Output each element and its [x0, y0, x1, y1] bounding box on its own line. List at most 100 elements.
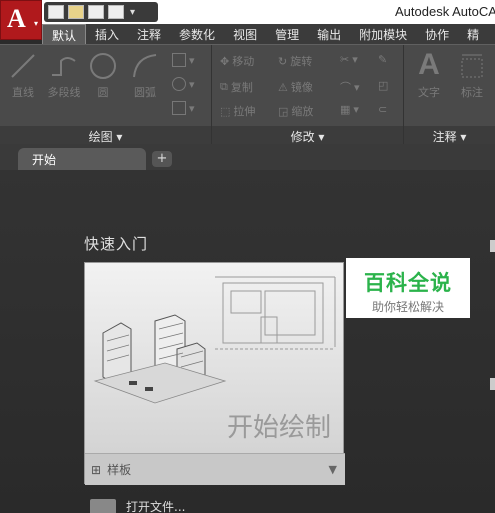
tab-addins[interactable]: 附加模块 — [350, 24, 416, 44]
move-tool[interactable]: ✥ 移动 — [220, 53, 254, 69]
tab-output[interactable]: 输出 — [308, 24, 350, 44]
open-icon[interactable] — [68, 5, 84, 19]
mirror-label: 镜像 — [290, 81, 313, 94]
watermark-subtitle: 助你轻松解决 — [371, 300, 444, 314]
circle-tool[interactable]: 圆 — [86, 51, 120, 100]
tab-start[interactable]: 开始 — [18, 148, 146, 170]
circle-label: 圆 — [97, 86, 109, 99]
template-icon: ⊞ — [91, 462, 102, 477]
scale-tool[interactable]: ◲ 缩放 — [278, 103, 313, 119]
line-tool[interactable]: 直线 — [4, 51, 42, 100]
tab-collaborate[interactable]: 协作 — [416, 24, 458, 44]
scissors-icon: ✂ — [340, 53, 350, 66]
new-icon[interactable] — [48, 5, 64, 19]
table-tool[interactable]: ▾ — [172, 101, 195, 115]
window-title: Autodesk AutoCAD — [395, 4, 495, 19]
start-page: 快速入门 开始绘制 ⊞ 样板 ▼ 打开文件... — [0, 170, 495, 513]
offset-tool[interactable]: ⊂ — [378, 103, 387, 116]
hatch-tool[interactable]: ▾ — [172, 77, 195, 91]
copy-tool[interactable]: ⧉ 复制 — [220, 79, 253, 95]
arc-icon — [133, 54, 157, 78]
copy-icon: ⧉ — [220, 80, 228, 93]
text-tool[interactable]: A 文字 — [410, 49, 448, 100]
array-tool[interactable]: ▦ ▾ — [340, 103, 359, 116]
application-button[interactable]: A ▾ — [0, 0, 42, 40]
get-started-heading: 快速入门 — [84, 235, 149, 253]
tab-insert[interactable]: 插入 — [86, 24, 128, 44]
polyline-icon — [52, 57, 76, 76]
scale-icon: ◲ — [278, 104, 289, 118]
template-label: 样板 — [107, 463, 132, 477]
tab-parametric[interactable]: 参数化 — [170, 24, 224, 44]
stretch-icon: ⬚ — [220, 104, 231, 118]
trim-tool[interactable]: ✂ ▾ — [340, 53, 358, 66]
rotate-icon: ↻ — [278, 54, 288, 68]
dimension-icon — [461, 54, 483, 78]
copy-label: 复制 — [230, 81, 253, 94]
modify-panel-title[interactable]: 修改 ▾ — [212, 126, 403, 145]
document-tab-strip: 开始 + — [0, 144, 495, 170]
scale-label: 缩放 — [291, 105, 314, 118]
annotation-panel: A 文字 标注 注释 ▾ — [404, 45, 495, 145]
right-panel-edge-lower — [490, 378, 495, 390]
annotation-panel-title[interactable]: 注释 ▾ — [404, 126, 495, 145]
watermark-title: 百科全说 — [364, 271, 452, 295]
mirror-icon: ⚠ — [278, 80, 288, 94]
tab-view[interactable]: 视图 — [224, 24, 266, 44]
move-icon: ✥ — [220, 54, 230, 68]
rectangle-tool[interactable]: ▾ — [172, 53, 195, 67]
tab-annotate[interactable]: 注释 — [128, 24, 170, 44]
explode-icon: ◰ — [378, 79, 389, 92]
plot-icon[interactable] — [108, 5, 124, 19]
text-a-icon: A — [418, 48, 440, 81]
open-files-label: 打开文件... — [126, 500, 186, 513]
tab-manage[interactable]: 管理 — [266, 24, 308, 44]
chevron-down-icon[interactable]: ▼ — [329, 463, 337, 476]
template-selector[interactable]: ⊞ 样板 ▼ — [85, 453, 345, 485]
arc-tool[interactable]: 圆弧 — [128, 51, 162, 100]
tab-default[interactable]: 默认 — [42, 24, 87, 44]
fillet-icon: ⌒ — [340, 81, 351, 94]
ribbon-tabs: 默认 插入 注释 参数化 视图 管理 输出 附加模块 协作 精 — [42, 24, 495, 44]
rectangle-icon — [172, 53, 186, 67]
stretch-tool[interactable]: ⬚ 拉伸 — [220, 103, 255, 119]
rotate-tool[interactable]: ↻ 旋转 — [278, 53, 312, 69]
ellipse-icon — [172, 77, 186, 91]
start-drawing-card[interactable]: 开始绘制 ⊞ 样板 ▼ — [84, 262, 345, 485]
offset-icon: ⊂ — [378, 103, 388, 116]
chevron-down-icon: ▾ — [33, 19, 38, 28]
arc-label: 圆弧 — [134, 86, 156, 99]
more-icon[interactable]: ▾ — [130, 7, 135, 18]
ribbon-panel: 直线 多段线 圆 圆弧 ▾ ▾ ▾ 绘图 ▾ ✥ 移动 ↻ 旋转 ⧉ 复制 ⚠ 镜像 ⬚… — [0, 44, 495, 145]
dimension-label: 标注 — [461, 86, 483, 99]
circle-icon — [90, 53, 116, 79]
text-label: 文字 — [418, 86, 440, 99]
open-files-link[interactable]: 打开文件... — [90, 498, 185, 513]
explode-tool[interactable]: ◰ — [378, 79, 388, 92]
eraser-icon: ✎ — [378, 53, 388, 66]
right-panel-edge — [490, 240, 495, 252]
line-label: 直线 — [12, 86, 34, 99]
quick-access-toolbar: ▾ — [44, 2, 158, 22]
polyline-label: 多段线 — [47, 86, 81, 99]
fillet-tool[interactable]: ⌒ ▾ — [340, 79, 360, 95]
dimension-tool[interactable]: 标注 — [452, 51, 492, 100]
mirror-tool[interactable]: ⚠ 镜像 — [278, 79, 313, 95]
stretch-label: 拉伸 — [233, 105, 256, 118]
folder-icon — [90, 498, 116, 513]
new-tab-button[interactable]: + — [152, 151, 172, 167]
start-drawing-label: 开始绘制 — [227, 413, 332, 443]
polyline-tool[interactable]: 多段线 — [44, 51, 84, 100]
grid-icon — [172, 101, 186, 115]
title-bar: ▾ Autodesk AutoCAD — [0, 0, 495, 24]
array-icon: ▦ — [340, 103, 351, 116]
rotate-label: 旋转 — [290, 55, 313, 68]
watermark: 百科全说 助你轻松解决 — [346, 258, 470, 318]
tab-featured[interactable]: 精 — [458, 24, 488, 44]
draw-panel-title[interactable]: 绘图 ▾ — [0, 126, 211, 145]
draw-panel: 直线 多段线 圆 圆弧 ▾ ▾ ▾ 绘图 ▾ — [0, 45, 212, 145]
modify-panel: ✥ 移动 ↻ 旋转 ⧉ 复制 ⚠ 镜像 ⬚ 拉伸 ◲ 缩放 ✂ ▾ ⌒ ▾ ▦ ▾ ✎ ◰ ⊂ 修… — [212, 45, 404, 145]
save-icon[interactable] — [88, 5, 104, 19]
move-label: 移动 — [232, 55, 255, 68]
erase-tool[interactable]: ✎ — [378, 53, 387, 66]
